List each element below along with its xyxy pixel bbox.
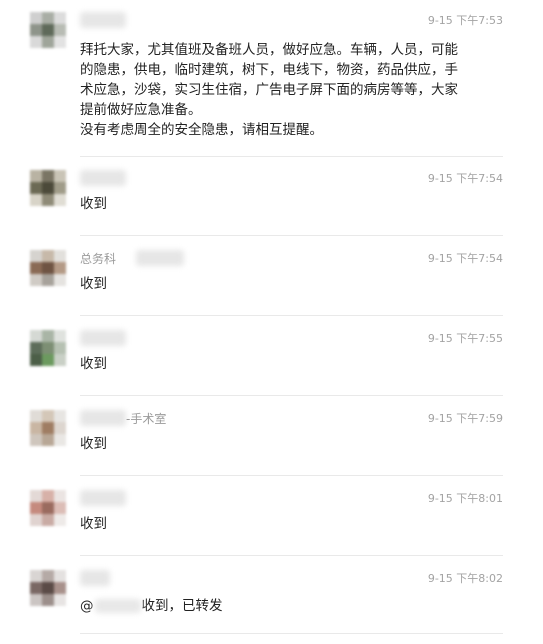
divider bbox=[80, 315, 503, 316]
message-text: 收到 bbox=[80, 436, 107, 452]
avatar[interactable] bbox=[30, 330, 66, 366]
divider bbox=[80, 475, 503, 476]
sender-name-redacted bbox=[136, 250, 184, 266]
avatar[interactable] bbox=[30, 410, 66, 446]
message-time: 9-15 下午7:59 bbox=[427, 412, 503, 425]
mention-name-redacted bbox=[94, 599, 141, 613]
avatar[interactable] bbox=[30, 12, 66, 48]
divider bbox=[80, 156, 503, 157]
message-time: 9-15 下午7:54 bbox=[427, 172, 503, 185]
sender-name: 总务科 bbox=[80, 252, 117, 266]
sender-name-redacted bbox=[80, 490, 126, 506]
sender-name-redacted bbox=[80, 410, 126, 426]
message-text: 收到 bbox=[80, 276, 107, 292]
message-text: @ 收到，已转发 bbox=[80, 596, 510, 616]
sender-name-redacted bbox=[80, 570, 110, 586]
message-time: 9-15 下午7:55 bbox=[427, 332, 503, 345]
sender-name-redacted bbox=[80, 330, 126, 346]
message-text: 拜托大家，尤其值班及备班人员，做好应急。车辆，人员，可能 的隐患，供电，临时建筑… bbox=[80, 42, 458, 138]
divider bbox=[80, 633, 503, 634]
sender-name: -手术室 bbox=[126, 412, 167, 426]
message-body: 收到，已转发 bbox=[141, 598, 223, 614]
divider bbox=[80, 395, 503, 396]
message-time: 9-15 下午7:54 bbox=[427, 252, 503, 265]
avatar[interactable] bbox=[30, 490, 66, 526]
message-time: 9-15 下午8:02 bbox=[427, 572, 503, 585]
message-text: 收到 bbox=[80, 356, 107, 372]
divider bbox=[80, 235, 503, 236]
message-text: 收到 bbox=[80, 516, 107, 532]
avatar[interactable] bbox=[30, 170, 66, 206]
sender-name-redacted bbox=[80, 170, 126, 186]
mention-symbol: @ bbox=[80, 598, 94, 614]
message-time: 9-15 下午7:53 bbox=[427, 14, 503, 27]
avatar[interactable] bbox=[30, 250, 66, 286]
divider bbox=[80, 555, 503, 556]
avatar[interactable] bbox=[30, 570, 66, 606]
sender-name-redacted bbox=[80, 12, 126, 28]
message-time: 9-15 下午8:01 bbox=[427, 492, 503, 505]
chat-log: 9-15 下午7:53 拜托大家，尤其值班及备班人员，做好应急。车辆，人员，可能… bbox=[0, 0, 543, 644]
message-text: 收到 bbox=[80, 196, 107, 212]
